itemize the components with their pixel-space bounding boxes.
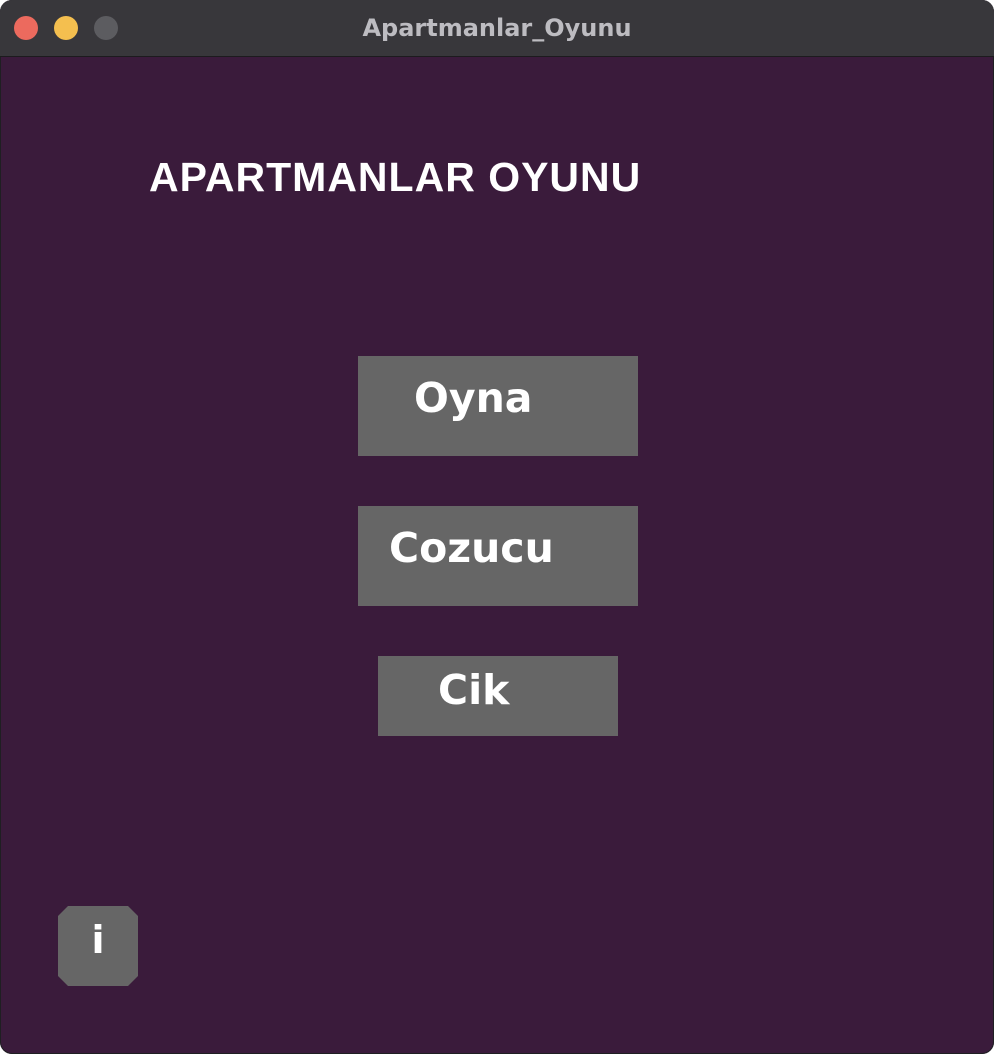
play-button[interactable]: Oyna bbox=[358, 356, 638, 456]
exit-button[interactable]: Cik bbox=[378, 656, 618, 736]
info-icon[interactable]: i bbox=[58, 906, 138, 986]
play-button-label: Oyna bbox=[414, 374, 533, 422]
game-title: APARTMANLAR OYUNU bbox=[149, 154, 642, 200]
solver-button[interactable]: Cozucu bbox=[358, 506, 638, 606]
exit-button-label: Cik bbox=[438, 666, 510, 714]
app-window: Apartmanlar_Oyunu APARTMANLAR OYUNU Oyna… bbox=[0, 0, 994, 1054]
title-bar[interactable]: Apartmanlar_Oyunu bbox=[0, 0, 994, 57]
window-title: Apartmanlar_Oyunu bbox=[362, 14, 632, 42]
game-canvas: APARTMANLAR OYUNU Oyna Cozucu Cik i bbox=[0, 57, 994, 1054]
solver-button-label: Cozucu bbox=[389, 524, 554, 572]
